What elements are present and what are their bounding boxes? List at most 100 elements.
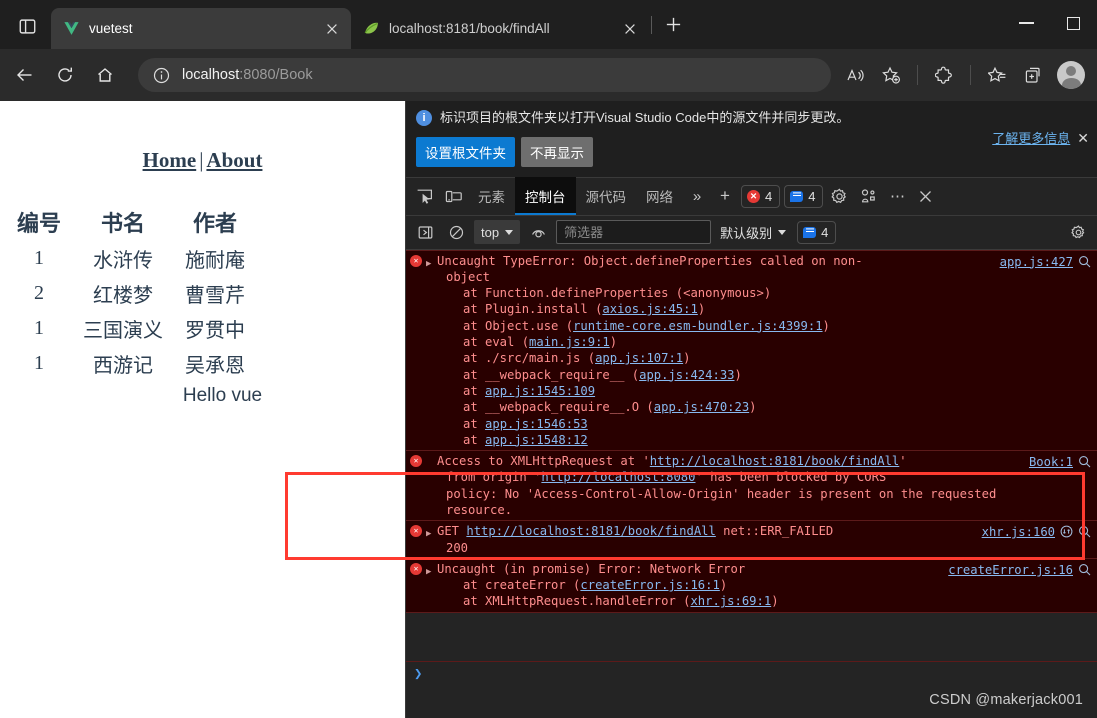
log-source-link[interactable]: app.js:427 [1000,254,1073,270]
info-circle-icon[interactable] [152,66,171,85]
execution-context-value: top [481,225,499,240]
add-tab-icon[interactable]: + [711,182,739,210]
console-log-entry[interactable]: ✕ ▶ Access to XMLHttpRequest at 'http://… [406,451,1097,521]
address-bar[interactable]: localhost:8080/Book [138,58,831,92]
search-in-page-icon[interactable] [1078,255,1091,268]
browser-tab-findall[interactable]: localhost:8181/book/findAll [351,8,649,49]
log-source-link[interactable]: xhr.js:160 [982,524,1055,540]
close-icon[interactable] [321,18,343,40]
close-devtools-icon[interactable] [911,182,940,210]
browser-tab-vuetest[interactable]: vuetest [51,8,351,49]
console-message-count: 4 [821,225,828,240]
tab-elements[interactable]: 元素 [468,177,515,215]
console-settings-icon[interactable] [1065,220,1091,244]
log-source-link[interactable]: createError.js:16 [948,562,1073,578]
home-icon[interactable] [88,58,122,92]
close-banner-icon[interactable]: ✕ [1077,131,1089,145]
nav-link-home[interactable]: Home [143,148,197,172]
close-icon[interactable] [619,18,641,40]
origin-url-link[interactable]: http://localhost:8080 [541,470,695,484]
more-options-icon[interactable]: ⋯ [883,182,911,210]
tab-console[interactable]: 控制台 [515,177,576,215]
browser-titlebar: vuetest localhost:8181/book/findAll [0,0,1097,49]
customize-icon[interactable] [854,182,883,210]
column-header-author: 作者 [174,203,256,241]
console-sidebar-icon[interactable] [412,220,438,244]
favorites-icon[interactable] [980,58,1014,92]
source-link[interactable]: app.js:1548:12 [485,433,588,447]
search-in-page-icon[interactable] [1078,525,1091,538]
log-level-selector[interactable]: 默认级别 [716,223,790,242]
cell-id: 1 [6,241,72,276]
dont-show-again-button[interactable]: 不再显示 [521,137,593,167]
source-link[interactable]: app.js:107:1 [595,351,683,365]
execution-context-selector[interactable]: top [474,220,520,244]
console-log-entry[interactable]: ✕ ▶ GET http://localhost:8181/book/findA… [406,521,1097,559]
console-filter-toolbar: top 默认级别 4 [406,216,1097,250]
message-count-badge[interactable]: 4 [784,185,823,208]
minimize-button[interactable] [1003,0,1050,46]
maximize-button[interactable] [1050,0,1097,46]
source-link[interactable]: app.js:1546:53 [485,417,588,431]
request-url-link[interactable]: http://localhost:8181/book/findAll [650,454,899,468]
nav-link-about[interactable]: About [206,148,262,172]
console-log-list[interactable]: ✕ ▶ Uncaught TypeError: Object.definePro… [406,250,1097,661]
network-request-icon[interactable] [1060,525,1073,538]
error-icon: ✕ [406,253,426,267]
read-aloud-icon[interactable] [838,58,872,92]
log-level-value: 默认级别 [720,223,772,242]
inspect-element-icon[interactable] [410,182,439,210]
clear-console-icon[interactable] [443,220,469,244]
console-prompt[interactable]: ❯ [406,661,1097,718]
extensions-icon[interactable] [927,58,961,92]
gear-icon[interactable] [825,182,854,210]
log-message: GET http://localhost:8181/book/findAll n… [437,523,982,556]
banner-message: 标识项目的根文件夹以打开Visual Studio Code中的源文件并同步更改… [440,109,849,127]
live-expression-icon[interactable] [525,220,551,244]
expand-arrow-icon[interactable]: ▶ [426,523,437,542]
source-link[interactable]: createError.js:16:1 [580,578,719,592]
log-line: from origin 'http://localhost:8080' has … [437,469,1025,485]
set-root-folder-button[interactable]: 设置根文件夹 [416,137,515,167]
source-link[interactable]: runtime-core.esm-bundler.js:4399:1 [573,319,822,333]
new-tab-button[interactable] [658,10,688,40]
source-link[interactable]: main.js:9:1 [529,335,610,349]
reload-icon[interactable] [48,58,82,92]
expand-arrow-icon[interactable]: ▶ [426,561,437,580]
tab-search-icon[interactable] [6,6,48,46]
device-toolbar-icon[interactable] [439,182,468,210]
collections-icon[interactable] [1016,58,1050,92]
tab-sources[interactable]: 源代码 [576,177,637,215]
console-filter-input[interactable] [556,220,711,244]
learn-more-link[interactable]: 了解更多信息 [992,128,1070,147]
log-line: Access to XMLHttpRequest at ' [437,454,650,468]
source-link[interactable]: axios.js:45:1 [602,302,697,316]
source-link[interactable]: app.js:1545:109 [485,384,595,398]
log-source: createError.js:16 [948,561,1097,578]
search-in-page-icon[interactable] [1078,455,1091,468]
add-favorite-icon[interactable] [874,58,908,92]
info-icon: i [416,110,432,126]
search-in-page-icon[interactable] [1078,563,1091,576]
log-line: at app.js:1548:12 [437,432,996,448]
tab-network[interactable]: 网络 [636,177,683,215]
tab-divider [651,16,652,34]
expand-arrow-icon[interactable]: ▶ [426,253,437,272]
more-tabs-icon[interactable]: » [683,182,711,210]
console-log-entry[interactable]: ✕ ▶ Uncaught (in promise) Error: Network… [406,559,1097,613]
back-arrow-icon[interactable] [8,58,42,92]
log-source-link[interactable]: Book:1 [1029,454,1073,470]
console-log-entry[interactable]: ✕ ▶ Uncaught TypeError: Object.definePro… [406,250,1097,452]
source-link[interactable]: app.js:424:33 [639,368,734,382]
log-line: at Function.defineProperties (<anonymous… [437,285,996,301]
window-controls [1003,0,1097,46]
source-link[interactable]: xhr.js:69:1 [690,594,771,608]
book-table: 编号 书名 作者 1 水浒传 施耐庵 2 红楼梦 曹雪芹 1 三 [6,203,256,381]
avatar[interactable] [1057,61,1085,89]
source-link[interactable]: app.js:470:23 [654,400,749,414]
request-url-link[interactable]: http://localhost:8181/book/findAll [466,524,715,538]
chevron-down-icon [505,230,513,235]
console-message-count-badge[interactable]: 4 [797,221,836,244]
log-line: at app.js:1545:109 [437,383,996,399]
error-count-badge[interactable]: ✕ 4 [741,185,780,208]
